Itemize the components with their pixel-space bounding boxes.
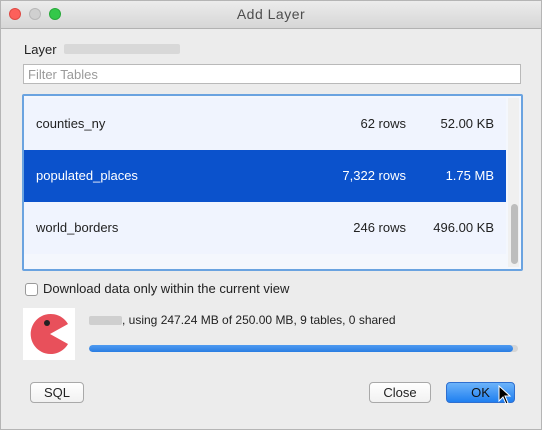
close-button[interactable]: Close <box>369 382 431 403</box>
table-size: 1.75 MB <box>445 168 494 183</box>
table-row-count: 246 rows <box>353 220 406 235</box>
table-row[interactable]: counties_ny 62 rows 52.00 KB <box>24 98 506 150</box>
table-row-selected[interactable]: populated_places 7,322 rows 1.75 MB <box>24 150 506 202</box>
download-within-view-label: Download data only within the current vi… <box>43 281 290 296</box>
table-name: world_borders <box>36 220 119 235</box>
table-name: counties_ny <box>36 116 106 131</box>
account-usage: , using 247.24 MB of 250.00 MB, 9 tables… <box>89 313 396 327</box>
layer-label: Layer <box>24 42 57 57</box>
table-size: 52.00 KB <box>440 116 495 131</box>
table-name: populated_places <box>36 168 138 183</box>
avatar <box>23 308 75 360</box>
table-row-count: 62 rows <box>360 116 406 131</box>
quota-progress-fill <box>89 345 514 352</box>
scrollbar-thumb[interactable] <box>511 204 518 264</box>
redacted-username <box>89 316 122 326</box>
quota-progress-bar <box>89 345 518 352</box>
add-layer-dialog: Add Layer Layer counties_ny 62 rows 52.0… <box>0 0 542 430</box>
table-size: 496.00 KB <box>433 220 494 235</box>
sql-button[interactable]: SQL <box>30 382 84 403</box>
redacted-account-name <box>64 44 180 54</box>
table-row[interactable]: world_borders 246 rows 496.00 KB <box>24 202 506 254</box>
tables-list[interactable]: counties_ny 62 rows 52.00 KB populated_p… <box>22 94 523 271</box>
table-row-count: 7,322 rows <box>342 168 406 183</box>
pacman-avatar-icon <box>30 314 69 354</box>
mouse-cursor-icon <box>498 385 512 405</box>
filter-tables-input[interactable] <box>23 64 521 84</box>
download-within-view-checkbox[interactable] <box>25 283 38 296</box>
usage-text: , using 247.24 MB of 250.00 MB, 9 tables… <box>122 313 396 327</box>
title-bar: Add Layer <box>1 1 541 29</box>
window-title: Add Layer <box>236 6 306 22</box>
